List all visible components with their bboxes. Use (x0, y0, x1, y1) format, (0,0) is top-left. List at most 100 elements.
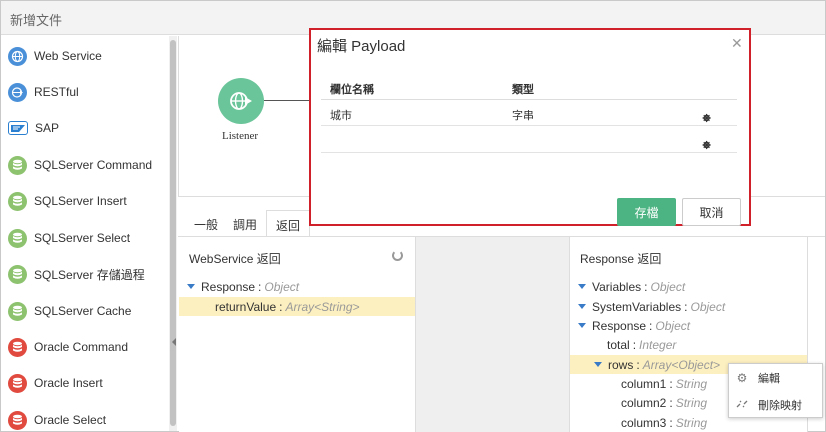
tree-node-response[interactable]: Response : Object (570, 316, 807, 335)
sidebar-item-sqlserver-select[interactable]: SQLServer Select (1, 220, 169, 256)
cancel-button[interactable]: 取消 (682, 198, 741, 226)
tab-return[interactable]: 返回 (266, 210, 311, 237)
edit-payload-dialog: 編輯 Payload ✕ 欄位名稱 類型 城市 字串 ✕ ✥ ✕ ✥ 存檔 取消 (309, 28, 751, 226)
sidebar-item-label: Oracle Select (34, 413, 107, 427)
sidebar-item-label: SQLServer Insert (34, 194, 127, 208)
tree-node-type: Array<Object> (642, 357, 721, 372)
tree-node-separator: : (669, 415, 673, 430)
sidebar-item-label: SQLServer 存儲過程 (34, 267, 145, 282)
tree-node-name: returnValue (215, 299, 277, 314)
database-icon (8, 373, 27, 393)
sidebar-item-label: SQLServer Select (34, 231, 131, 245)
tree-node-name: column3 (621, 415, 667, 430)
context-menu-edit[interactable]: ⚙ 編輯 (729, 366, 824, 390)
tree-node-name: rows (608, 357, 634, 372)
tree-node-name: total (607, 337, 630, 352)
database-icon (8, 264, 27, 284)
tab-invoke[interactable]: 調用 (224, 210, 266, 237)
mapping-area (416, 237, 569, 432)
sidebar-item-label: RESTful (34, 85, 79, 99)
sidebar-item-sqlserver-insert[interactable]: SQLServer Insert (1, 183, 169, 219)
payload-row[interactable]: ✕ ✥ (321, 127, 737, 153)
tree-node-returnvalue[interactable]: returnValue : Array<String> (179, 297, 415, 316)
tree-node-total[interactable]: total : Integer (570, 335, 807, 354)
context-menu-label: 編輯 (758, 373, 780, 385)
tree-node-response[interactable]: Response : Object (179, 277, 415, 296)
sidebar-item-label: Oracle Command (34, 340, 129, 354)
unlink-icon (735, 398, 749, 412)
sidebar-item-label: SQLServer Command (34, 158, 153, 172)
listener-node-label: Listener (222, 130, 259, 142)
tree-node-type: Object (264, 279, 300, 294)
context-menu-delete-mapping[interactable]: 刪除映射 (729, 393, 824, 417)
refresh-icon[interactable] (392, 250, 403, 261)
tree-node-type: String (675, 376, 708, 391)
tree-node-separator: : (632, 337, 637, 352)
caret-down-icon[interactable] (578, 284, 586, 289)
close-icon[interactable]: ✕ (731, 35, 743, 52)
move-row-icon[interactable]: ✥ (702, 112, 713, 125)
listener-node[interactable] (218, 78, 264, 124)
tree-node-separator: : (684, 299, 688, 314)
webservice-return-panel: WebService 返回 Response : Object returnVa… (179, 237, 416, 432)
sidebar-item-sap[interactable]: SAP (1, 110, 169, 146)
tree-node-name: Response (592, 318, 647, 333)
tree-node-separator: : (669, 376, 673, 391)
sidebar-item-sqlserver-cache[interactable]: SQLServer Cache (1, 293, 169, 329)
sidebar-item-oracle-command[interactable]: Oracle Command (1, 329, 169, 365)
column-header-type: 類型 (512, 84, 534, 96)
sidebar-item-oracle-select[interactable]: Oracle Select (1, 402, 169, 432)
sidebar-scroll-thumb[interactable] (170, 40, 176, 426)
move-row-icon[interactable]: ✥ (702, 139, 713, 152)
sidebar-item-label: SQLServer Cache (34, 304, 132, 318)
tree-node-type: String (675, 415, 708, 430)
tree-node-separator: : (649, 318, 653, 333)
payload-row[interactable]: 城市 字串 ✕ ✥ (321, 100, 737, 126)
window-title: 新增文件 (10, 13, 63, 28)
database-icon (8, 228, 27, 248)
tree-node-variables[interactable]: Variables : Object (570, 277, 807, 296)
caret-down-icon[interactable] (187, 284, 195, 289)
tree-node-separator: : (258, 279, 262, 294)
sidebar-item-oracle-insert[interactable]: Oracle Insert (1, 365, 169, 401)
panel-title: Response 返回 (580, 252, 662, 266)
tree-node-name: SystemVariables (592, 299, 682, 314)
tree-node-name: Response (201, 279, 256, 294)
globe-icon (8, 46, 27, 66)
database-icon (8, 337, 27, 357)
column-header-name: 欄位名稱 (330, 84, 374, 96)
component-sidebar: Web Service RESTful SAP SQLServer Comman… (1, 36, 169, 431)
tab-general[interactable]: 一般 (185, 210, 227, 237)
caret-down-icon[interactable] (578, 323, 586, 328)
payload-grid-header: 欄位名稱 類型 (321, 78, 737, 100)
context-menu-label: 刪除映射 (758, 400, 802, 412)
tree-node-type: Object (655, 318, 691, 333)
tree-node-type: Object (650, 279, 686, 294)
save-button[interactable]: 存檔 (617, 198, 676, 226)
gear-icon: ⚙ (736, 371, 748, 385)
sidebar-item-web-service[interactable]: Web Service (1, 38, 169, 74)
collapse-panel-icon[interactable] (172, 338, 176, 346)
panel-title: WebService 返回 (189, 252, 281, 266)
tree-node-type: Integer (639, 337, 677, 352)
database-icon (8, 155, 27, 175)
field-name-cell[interactable]: 城市 (330, 107, 352, 123)
tree-node-systemvariables[interactable]: SystemVariables : Object (570, 297, 807, 316)
database-icon (8, 410, 27, 430)
tree-node-separator: : (279, 299, 283, 314)
sidebar-item-label: Web Service (34, 49, 102, 63)
tree-node-type: String (675, 395, 708, 410)
tree-node-name: Variables (592, 279, 642, 294)
sidebar-item-restful[interactable]: RESTful (1, 74, 169, 110)
sidebar-item-label: SAP (35, 121, 60, 135)
caret-down-icon[interactable] (578, 304, 586, 309)
field-type-cell[interactable]: 字串 (512, 107, 534, 123)
caret-down-icon[interactable] (594, 362, 602, 367)
tree-node-name: column2 (621, 395, 667, 410)
globe-arrow-icon (230, 92, 252, 110)
globe-arrow-icon (8, 82, 27, 102)
sidebar-item-sqlserver-procedure[interactable]: SQLServer 存儲過程 (1, 256, 169, 292)
sidebar-item-sqlserver-command[interactable]: SQLServer Command (1, 147, 169, 183)
tree-node-separator: : (644, 279, 648, 294)
tree-node-type: Object (690, 299, 726, 314)
